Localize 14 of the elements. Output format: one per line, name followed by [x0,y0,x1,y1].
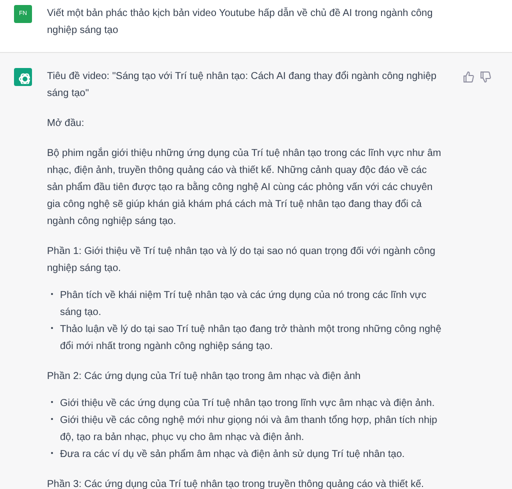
message-paragraph: Phần 3: Các ứng dụng của Trí tuệ nhân tạo trong truyền thông quảng cáo và thiết kế. [47,478,425,489]
message-paragraph: Mở đầu: [47,117,86,131]
message-text: Viết một bản phác thảo kịch bản video Youtube hấp dẫn về chủ đề AI trong ngành công nghiệp sáng tạo [47,6,434,38]
list-item-text: Giới thiệu về các ứng dụng của Trí tuệ nhân tạo trong lĩnh vực âm nhạc và điện ảnh. [60,397,436,411]
message-paragraph: Tiêu đề video: "Sáng tạo với Trí tuệ nhân tạo: Cách AI đang thay đổi ngành công nghiệp sáng tạo" [47,70,438,101]
thumbs-down-icon[interactable] [479,70,492,84]
list-item-text: Phân tích về khái niệm Trí tuệ nhân tạo và các ứng dụng của nó trong các lĩnh vực sáng tạo. [60,289,428,320]
message-paragraph: Phần 1: Giới thiệu về Trí tuệ nhân tạo và lý do tại sao nó quan trọng đối với ngành công nghiệp sáng tạo. [47,245,436,276]
thumbs-up-icon[interactable] [462,70,475,84]
message-paragraph: Phần 2: Các ứng dụng của Trí tuệ nhân tạo trong âm nhạc và điện ảnh [47,370,362,384]
list-item-text: Đưa ra các ví dụ về sản phẩm âm nhạc và điện ảnh sử dụng Trí tuệ nhân tạo. [60,448,406,462]
list-item-text: Giới thiệu về các công nghệ mới như giọng nói và âm thanh tổng hợp, phân tích nhịp độ, tạo ra bản nhạc, phục vụ cho âm nhạc và điện ảnh. [60,414,438,445]
message-paragraph: Bộ phim ngắn giới thiệu những ứng dụng của Trí tuệ nhân tạo trong các lĩnh vực như âm nhạc, điện ảnh, truyền thông quảng cáo và thiết kế. Những cảnh quay độc đáo về các sản phẩm đầu tiên được tạo ra bằng công nghệ AI cùng các phỏng vấn với các chuyên gia công nghệ sẽ giúp khán giả khám phá cách mà Trí tuệ nhân tạo đang thay đổi cả ngành công nghiệp sáng tạo. [47,146,442,229]
list-item-text: Thảo luận về lý do tại sao Trí tuệ nhân tạo đang trở thành một trong những công nghệ đổi mới nhất trong ngành công nghiệp sáng tạo. [60,323,442,354]
